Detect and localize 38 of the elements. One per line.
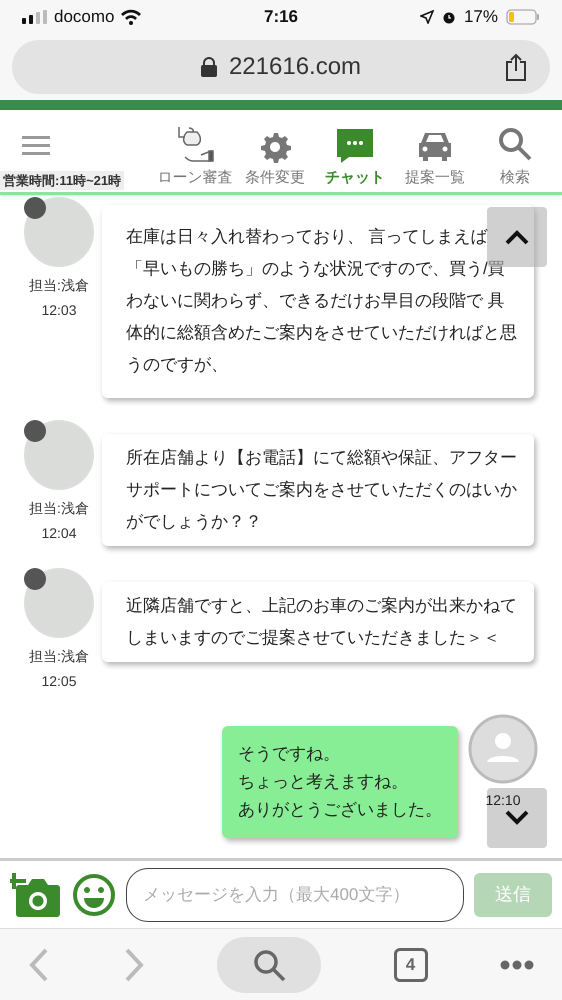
nav-tab[interactable]: 提案一覧 <box>396 124 474 189</box>
share-icon[interactable] <box>504 53 528 81</box>
message-bubble: 在庫は日々入れ替わっており、 言ってしまえば「早いもの勝ち」のような状況ですので、買う/買わないに関わらず、できるだけお早目の段階で 具体的に総額含めたご案内をさせていただければと思うのですが、 <box>102 205 534 398</box>
address-bar[interactable]: 221616.com <box>12 40 550 94</box>
agent-name: 担当:浅倉 <box>29 647 89 666</box>
message-bubble: そうですね。 ちょっと考えますね。 ありがとうございました。 <box>222 726 458 838</box>
message-time: 12:10 <box>485 791 521 810</box>
nav-tab[interactable]: チャット <box>316 124 394 189</box>
battery-icon <box>506 9 540 25</box>
message-input[interactable]: メッセージを入力（最大400文字） <box>126 868 464 922</box>
more-icon[interactable] <box>500 960 534 970</box>
message-time: 12:03 <box>41 301 77 320</box>
business-hours: 営業時間:11時~21時 <box>0 170 124 190</box>
tab-count-button[interactable]: 4 <box>394 948 428 982</box>
wifi-icon <box>120 9 142 25</box>
message-bubble: 近隣店舗ですと、上記のお車のご案内が出来かねてしまいますのでご提案させていただきました＞＜ <box>102 582 534 662</box>
message-time: 12:05 <box>41 672 77 691</box>
user-avatar-icon <box>468 714 538 784</box>
lock-icon <box>200 57 217 77</box>
nav-tab[interactable]: 条件変更 <box>236 124 314 189</box>
alarm-clock-icon <box>442 10 456 24</box>
signal-icon <box>22 10 48 24</box>
menu-icon[interactable] <box>22 136 50 156</box>
message-time: 12:04 <box>41 524 77 543</box>
agent-name: 担当:浅倉 <box>29 499 89 518</box>
nav-tab[interactable]: 検索 <box>476 124 554 189</box>
search-icon <box>252 948 286 982</box>
nav-tab[interactable]: ローン審査 <box>156 124 234 189</box>
location-arrow-icon <box>420 10 434 24</box>
clock-time: 7:16 <box>264 6 298 28</box>
url-text: 221616.com <box>228 52 362 82</box>
add-photo-icon[interactable] <box>10 872 62 916</box>
battery-percent: 17% <box>464 6 498 28</box>
message-bubble: 所在店舗より【お電話】にて総額や保証、アフターサポートについてご案内をさせていただくのはいかがでしょうか？？ <box>102 434 534 546</box>
smiley-icon[interactable] <box>72 872 116 916</box>
carrier-name: docomo <box>54 6 114 28</box>
scroll-down-button[interactable] <box>487 788 547 848</box>
agent-name: 担当:浅倉 <box>29 276 89 295</box>
